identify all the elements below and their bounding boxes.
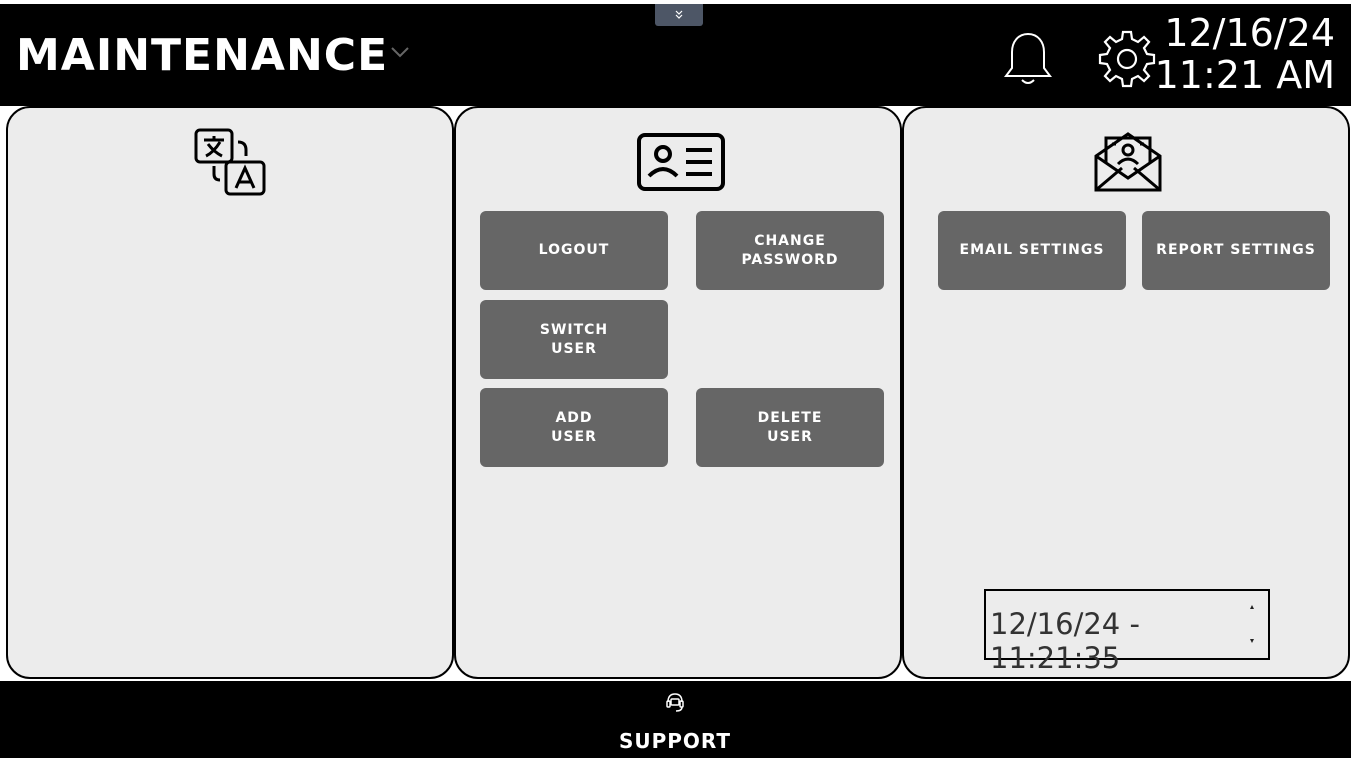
datetime-spinner[interactable]: 12/16/24 - 11:21:35 [984,589,1270,675]
logout-button[interactable]: LOGOUT [480,211,668,290]
clock: 12/16/24 11:21 AM [1155,12,1335,96]
report-settings-button[interactable]: REPORT SETTINGS [1142,211,1330,290]
header-bar: MAINTENANCE 12/16/24 11:21 AM [0,4,1351,106]
delete-user-button[interactable]: DELETE USER [696,388,884,467]
datetime-spinner-value: 12/16/24 - 11:21:35 [990,607,1140,675]
gear-icon[interactable] [1096,28,1158,90]
chevron-down-icon[interactable] [388,44,412,60]
switch-user-button[interactable]: SWITCH USER [480,300,668,379]
page-title: MAINTENANCE [16,30,389,81]
user-panel: LOGOUT CHANGE PASSWORD SWITCH USER ADD U… [454,106,902,679]
headset-icon [666,693,684,712]
user-card-icon[interactable] [636,132,726,192]
footer-bar: SUPPORT [0,681,1351,758]
chevron-double-down-icon [675,10,683,19]
language-panel [6,106,454,679]
email-settings-button[interactable]: EMAIL SETTINGS [938,211,1126,290]
support-label: SUPPORT [618,729,732,753]
clock-date: 12/16/24 [1164,11,1335,55]
translate-icon[interactable] [192,126,272,198]
support-button[interactable]: SUPPORT [610,687,740,755]
spin-up-arrow-icon[interactable] [1250,605,1254,609]
change-password-button[interactable]: CHANGE PASSWORD [696,211,884,290]
clock-time: 11:21 AM [1154,53,1335,97]
email-panel: EMAIL SETTINGS REPORT SETTINGS 12/16/24 … [902,106,1350,679]
spin-down-arrow-icon[interactable] [1250,639,1254,643]
bell-icon[interactable] [1002,28,1054,88]
add-user-button[interactable]: ADD USER [480,388,668,467]
email-envelope-icon[interactable] [1092,130,1164,194]
pull-down-tab[interactable] [655,4,703,26]
